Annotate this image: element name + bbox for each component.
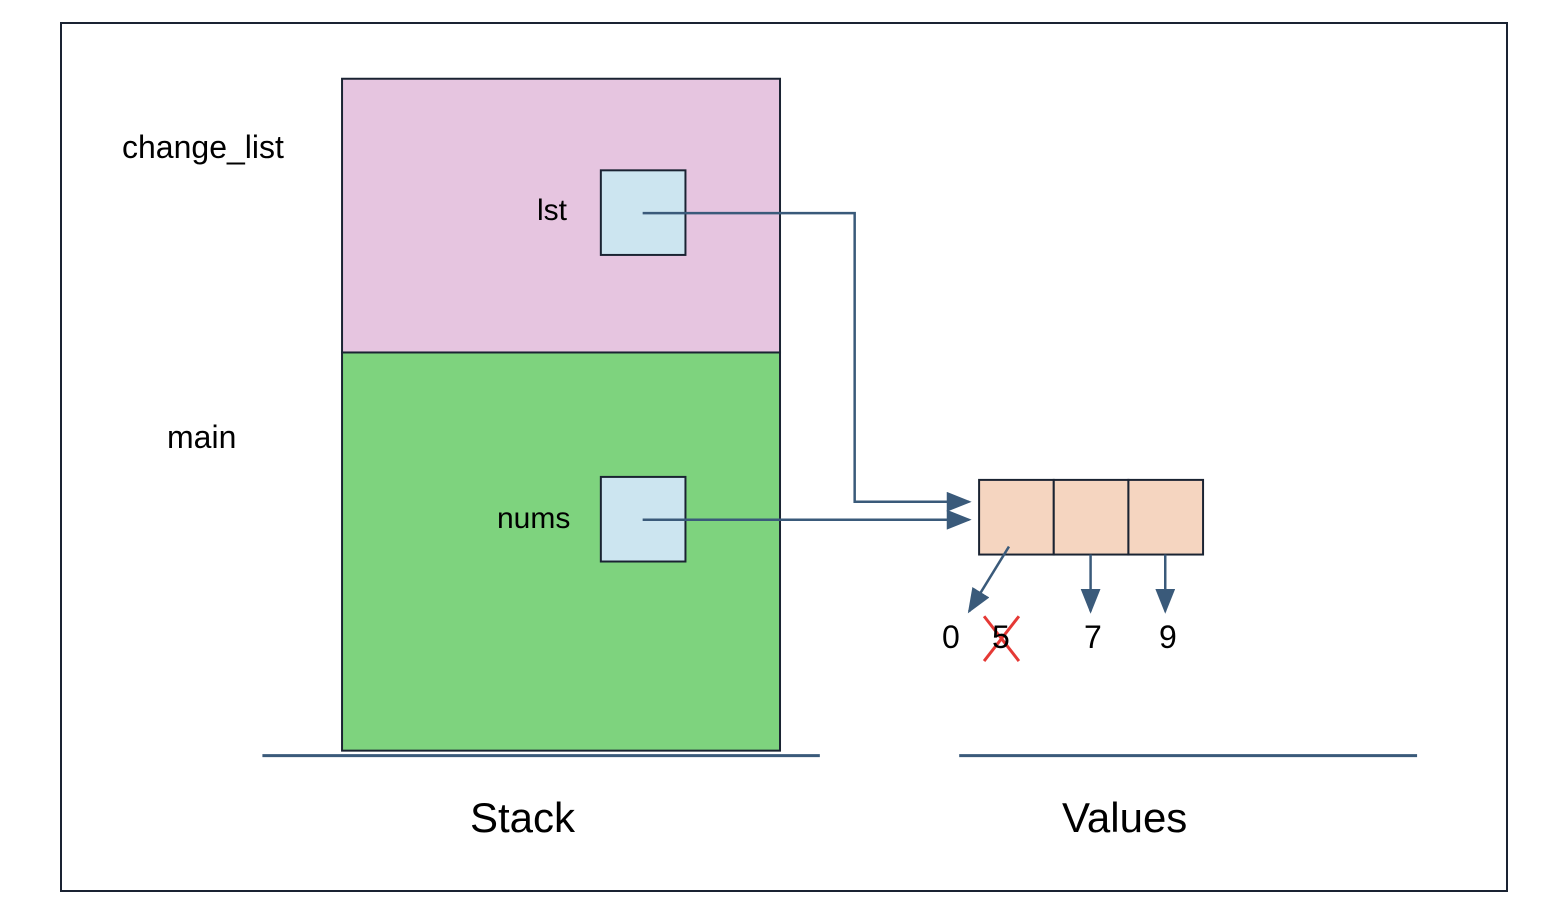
value-5-crossed: 5 (992, 619, 1010, 656)
value-9: 9 (1159, 619, 1177, 656)
label-main: main (167, 419, 236, 456)
list-cell-1 (1054, 480, 1129, 555)
label-stack: Stack (470, 794, 575, 842)
frame-main (342, 352, 780, 750)
list-cell-2 (1128, 480, 1203, 555)
value-7: 7 (1084, 619, 1102, 656)
list-cell-0 (979, 480, 1054, 555)
label-change-list: change_list (122, 129, 284, 166)
label-lst: lst (537, 194, 567, 228)
value-0: 0 (942, 619, 960, 656)
arrow-cell-0-value (969, 547, 1009, 612)
label-nums: nums (497, 502, 570, 536)
memory-diagram: change_list main lst nums Stack Values 0… (60, 22, 1508, 892)
label-values: Values (1062, 794, 1187, 842)
